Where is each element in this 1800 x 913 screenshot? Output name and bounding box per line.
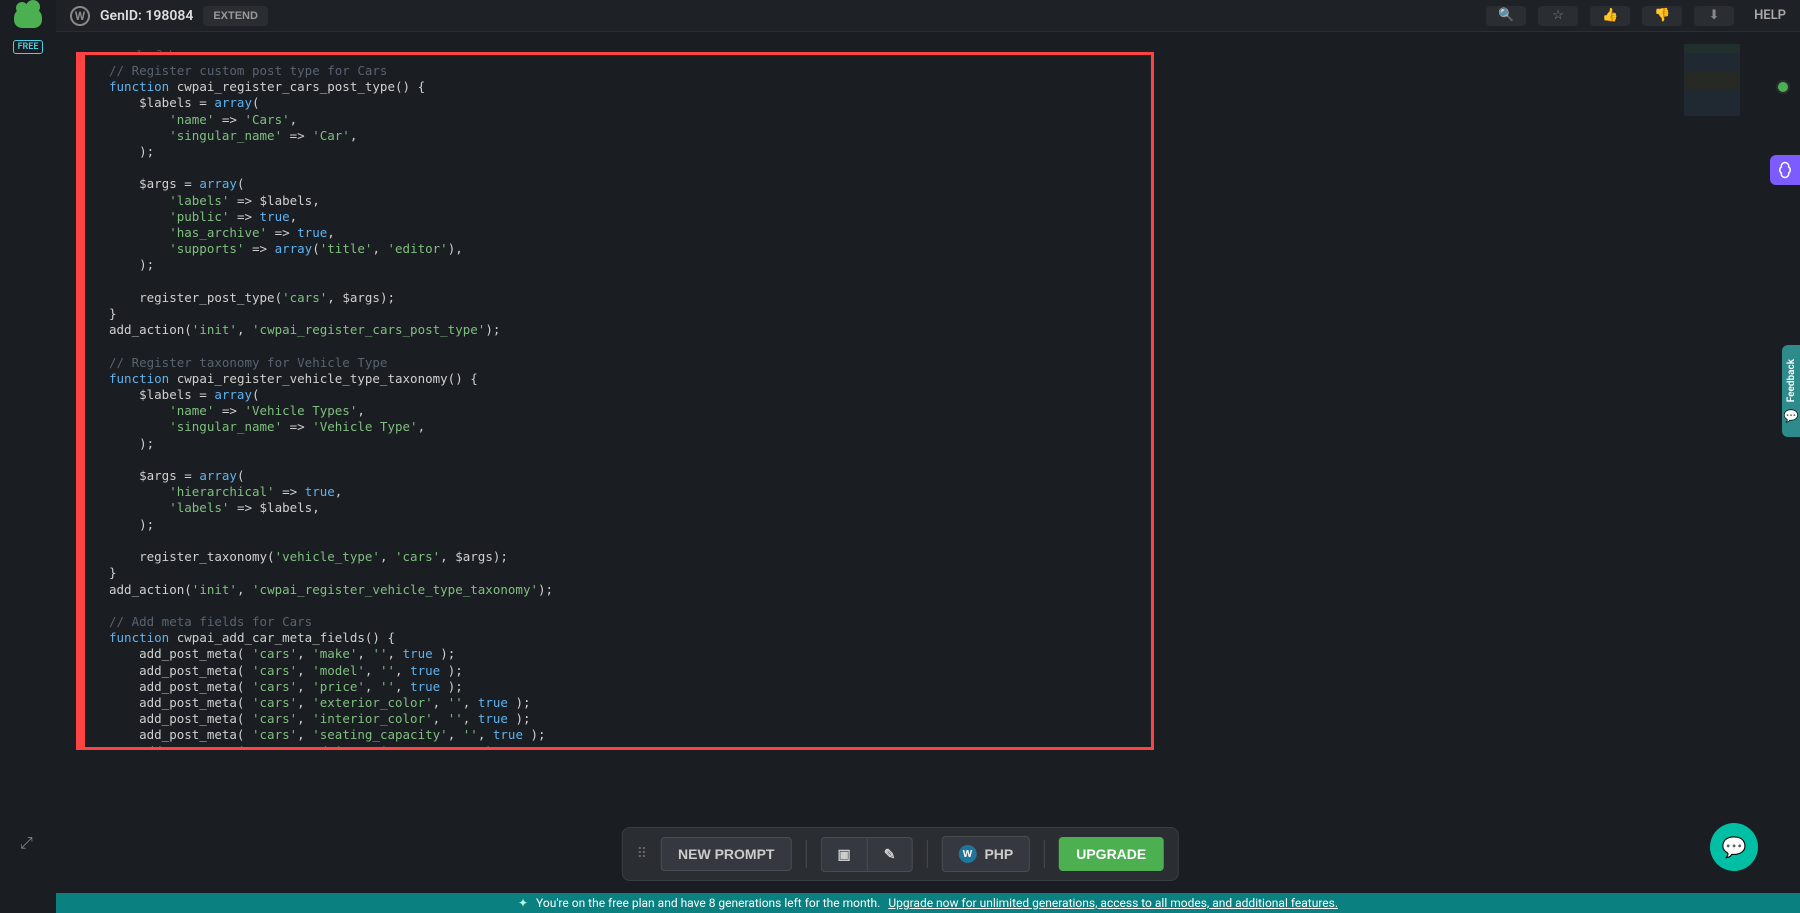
extend-button[interactable]: EXTEND	[203, 6, 268, 26]
download-icon[interactable]: ⬇	[1694, 6, 1734, 26]
new-prompt-button[interactable]: NEW PROMPT	[661, 837, 791, 871]
ai-brain-icon[interactable]	[1770, 155, 1800, 185]
feedback-tab[interactable]: Feedback 💬	[1782, 345, 1800, 437]
chat-fab-button[interactable]: 💬	[1710, 823, 1758, 871]
upgrade-banner: ✦ You're on the free plan and have 8 gen…	[56, 893, 1800, 913]
editor-area: 1 <?php // Register custom post type for…	[56, 32, 1800, 893]
page-title: GenID: 198084	[100, 8, 193, 24]
upgrade-button[interactable]: UPGRADE	[1059, 837, 1163, 871]
drag-handle-icon[interactable]: ⠿	[637, 846, 647, 862]
code-content[interactable]: // Register custom post type for Cars fu…	[79, 55, 1151, 750]
free-badge: FREE	[13, 40, 44, 54]
bottom-toolbar: ⠿ NEW PROMPT ▣ ✎ W PHP UPGRADE	[622, 827, 1179, 881]
chat-icon: 💬	[1784, 409, 1799, 423]
left-rail: FREE ⤢	[0, 0, 56, 913]
minimap[interactable]	[1684, 44, 1740, 134]
banner-text: You're on the free plan and have 8 gener…	[536, 896, 880, 910]
thumbs-up-icon[interactable]: 👍	[1590, 6, 1630, 26]
sparkle-icon: ✦	[518, 896, 528, 910]
expand-icon[interactable]: ⤢	[20, 833, 33, 853]
wordpress-icon: W	[958, 845, 976, 863]
help-link[interactable]: HELP	[1754, 8, 1786, 23]
terminal-icon-button[interactable]: ▣	[820, 837, 866, 872]
edit-icon-button[interactable]: ✎	[867, 837, 913, 872]
separator	[805, 840, 806, 868]
search-icon[interactable]: 🔍	[1486, 6, 1526, 26]
upgrade-link[interactable]: Upgrade now for unlimited generations, a…	[888, 896, 1338, 910]
gutter	[79, 55, 85, 747]
thumbs-down-icon[interactable]: 👎	[1642, 6, 1682, 26]
php-mode-button[interactable]: W PHP	[941, 836, 1030, 872]
presence-avatar	[1776, 80, 1790, 94]
separator	[926, 840, 927, 868]
code-highlight-box[interactable]: // Register custom post type for Cars fu…	[76, 52, 1154, 750]
separator	[1044, 840, 1045, 868]
app-logo[interactable]	[14, 8, 42, 28]
feedback-label: Feedback	[1786, 359, 1797, 402]
top-bar: W GenID: 198084 EXTEND 🔍 ☆ 👍 👎 ⬇ HELP	[56, 0, 1800, 32]
star-icon[interactable]: ☆	[1538, 6, 1578, 26]
wordpress-icon: W	[70, 6, 90, 26]
